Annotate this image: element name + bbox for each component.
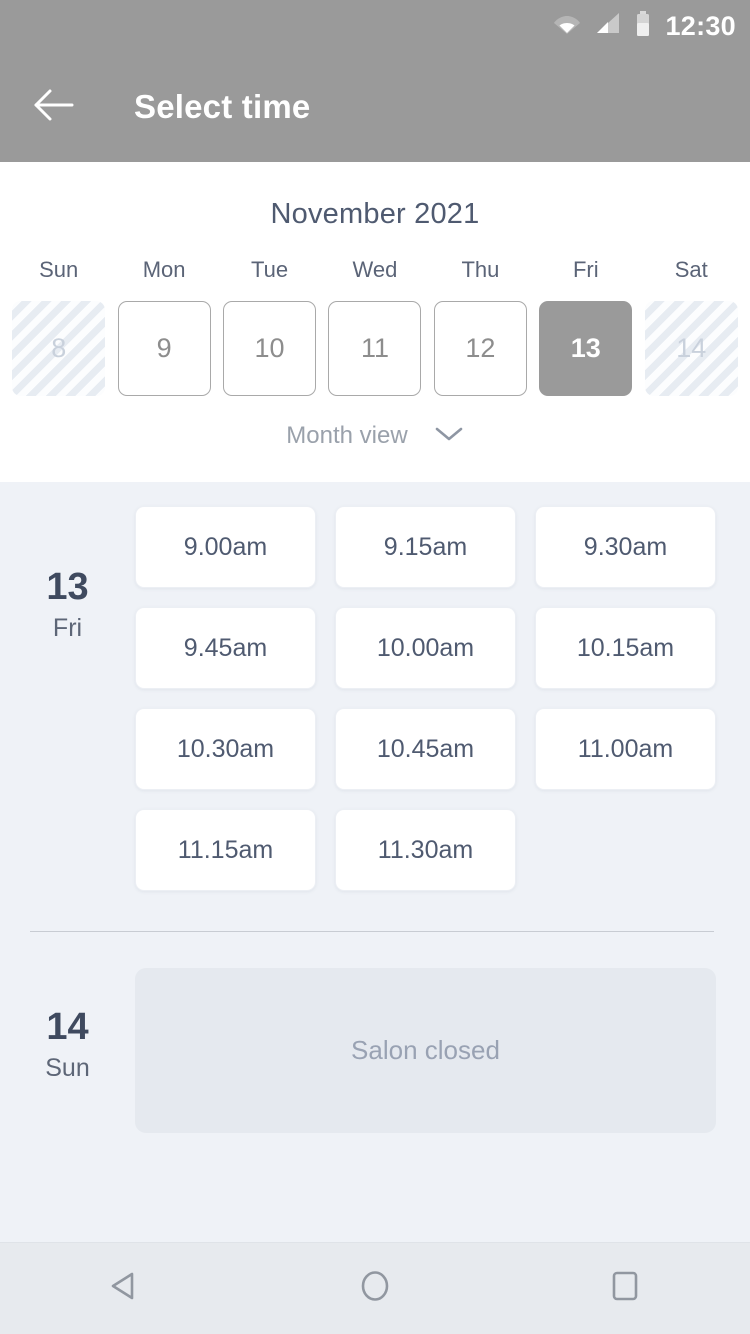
- square-icon: [606, 1267, 644, 1310]
- calendar-date-row: 8 9 10 11 12 13 14: [0, 301, 750, 396]
- weekday-label: Fri: [572, 257, 599, 282]
- date-cell-container: 8: [6, 301, 111, 396]
- page-title: Select time: [134, 88, 311, 125]
- date-cell-container: 9: [111, 301, 216, 396]
- home-nav-button[interactable]: [325, 1254, 425, 1324]
- calendar-panel: November 2021 Sun Mon Tue Wed Thu Fri Sa…: [0, 162, 750, 482]
- weekday-label: Sun: [39, 257, 79, 282]
- circle-icon: [356, 1267, 394, 1310]
- time-slot[interactable]: 9.15am: [335, 506, 516, 588]
- date-cell-container: 11: [322, 301, 427, 396]
- day-group-13: 13 Fri 9.00am 9.15am 9.30am 9.45am 10.00…: [0, 482, 750, 891]
- time-slot[interactable]: 11.15am: [135, 809, 316, 891]
- date-cell-9[interactable]: 9: [117, 301, 211, 396]
- wifi-icon: [553, 12, 581, 41]
- day-label-14: 14 Sun: [0, 968, 135, 1133]
- android-navigation-bar: [0, 1242, 750, 1334]
- weekday-label: Sat: [674, 257, 708, 282]
- calendar-month-label: November 2021: [270, 198, 480, 230]
- time-slot[interactable]: 9.45am: [135, 607, 316, 689]
- date-cell-container: 13: [533, 301, 638, 396]
- month-view-label: Month view: [286, 422, 408, 449]
- time-slot[interactable]: 10.45am: [335, 708, 516, 790]
- time-slot-grid: 9.00am 9.15am 9.30am 9.45am 10.00am 10.1…: [135, 506, 716, 891]
- salon-closed-panel: Salon closed: [135, 968, 716, 1133]
- time-slot[interactable]: 11.00am: [535, 708, 716, 790]
- day-label-13: 13 Fri: [0, 506, 135, 891]
- date-cell-8: 8: [12, 301, 106, 396]
- day-number: 13: [46, 566, 89, 608]
- date-cell-container: 10: [217, 301, 322, 396]
- chevron-down-icon: [434, 425, 464, 448]
- weekday-label: Thu: [461, 257, 500, 282]
- time-slot[interactable]: 10.15am: [535, 607, 716, 689]
- date-cell-10[interactable]: 10: [223, 301, 317, 396]
- status-bar-clock: 12:30: [665, 10, 736, 41]
- date-cell-12[interactable]: 12: [433, 301, 527, 396]
- recents-nav-button[interactable]: [575, 1254, 675, 1324]
- date-cell-container: 12: [428, 301, 533, 396]
- app-bar: Select time: [0, 52, 750, 162]
- cellular-signal-icon: [595, 12, 621, 41]
- day-weekday: Sun: [45, 1053, 90, 1082]
- month-view-toggle[interactable]: Month view: [0, 422, 750, 450]
- battery-icon: [635, 10, 651, 42]
- status-bar: 12:30: [0, 0, 750, 52]
- day-group-14: 14 Sun Salon closed: [0, 932, 750, 1133]
- time-slot[interactable]: 11.30am: [335, 809, 516, 891]
- weekday-label: Wed: [352, 257, 398, 282]
- schedule-area: 13 Fri 9.00am 9.15am 9.30am 9.45am 10.00…: [0, 482, 750, 1242]
- date-cell-14: 14: [644, 301, 738, 396]
- back-nav-button[interactable]: [75, 1254, 175, 1324]
- time-slot[interactable]: 10.30am: [135, 708, 316, 790]
- date-cell-11[interactable]: 11: [328, 301, 422, 396]
- day-weekday: Fri: [52, 613, 83, 642]
- back-button[interactable]: [22, 75, 86, 139]
- weekday-label: Mon: [142, 257, 186, 282]
- weekday-label: Tue: [251, 257, 289, 282]
- time-slot[interactable]: 10.00am: [335, 607, 516, 689]
- time-slot[interactable]: 9.00am: [135, 506, 316, 588]
- date-cell-13-selected[interactable]: 13: [539, 301, 633, 396]
- day-number: 14: [46, 1006, 89, 1048]
- date-cell-container: 14: [639, 301, 744, 396]
- arrow-left-icon: [33, 88, 75, 127]
- time-slot[interactable]: 9.30am: [535, 506, 716, 588]
- triangle-left-icon: [106, 1267, 144, 1310]
- calendar-weekday-header: Sun Mon Tue Wed Thu Fri Sat: [0, 257, 750, 283]
- status-bar-icons: [553, 10, 651, 42]
